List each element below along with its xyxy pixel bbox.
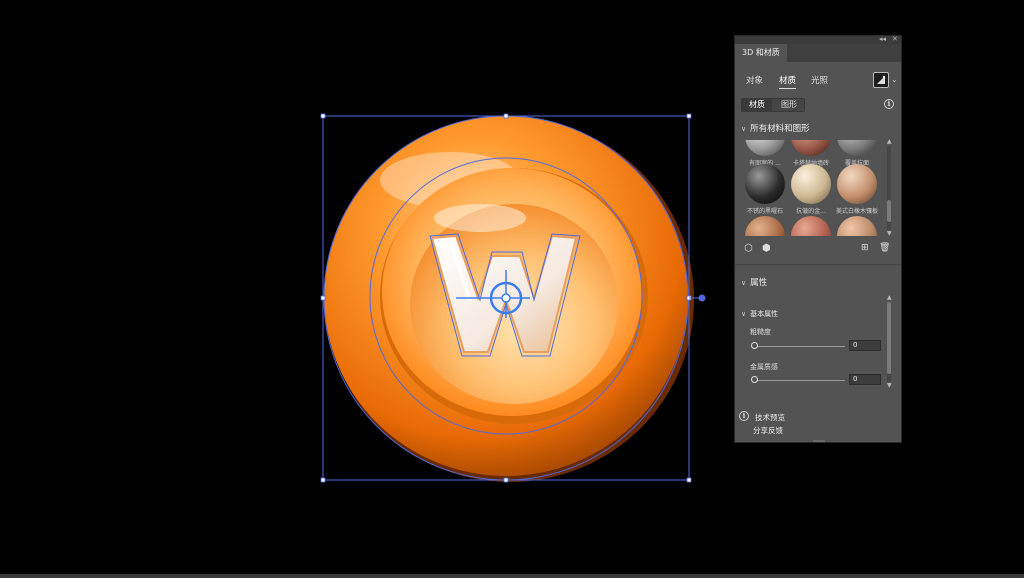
collapse-icon[interactable]: ◂◂	[879, 35, 886, 43]
tab-lighting[interactable]: 光照	[811, 74, 828, 86]
roughness-label: 粗糙度	[750, 328, 771, 336]
material-swatch[interactable]	[745, 140, 785, 156]
coin-face-shine	[434, 204, 526, 232]
material-label: 美式白橡木镶板	[835, 208, 878, 215]
cube-add-icon[interactable]: ⬢	[762, 243, 771, 254]
info-icon[interactable]: i	[884, 99, 894, 109]
add-icon[interactable]: ⊞	[861, 243, 869, 253]
material-swatch[interactable]	[745, 216, 785, 236]
roughness-slider[interactable]	[755, 346, 845, 347]
material-graphics-toggle: 材质 图形	[741, 98, 805, 112]
material-swatch[interactable]	[791, 140, 831, 156]
section-properties[interactable]: ∨ 属性	[741, 276, 767, 288]
render-preview-button[interactable]	[873, 72, 889, 88]
section-title: 属性	[750, 278, 768, 288]
handle-tl[interactable]	[320, 113, 326, 119]
section-all-materials[interactable]: ∨ 所有材料和图形	[741, 122, 810, 134]
widget-center[interactable]	[501, 293, 511, 303]
chevron-down-icon: ∨	[741, 310, 747, 318]
handle-tr[interactable]	[686, 113, 692, 119]
materials-grid[interactable]: 有图案的 ...卡塔赫纳墙砖覆盖抗面不锈的黑曜石抗皱的金...美式白橡木镶板	[743, 140, 889, 236]
segment-graphics[interactable]: 图形	[774, 99, 804, 111]
rotate-handle[interactable]	[698, 294, 706, 302]
handle-br[interactable]	[686, 477, 692, 483]
panel-tabbar: 3D 和材质	[735, 44, 901, 62]
panel-title-tab[interactable]: 3D 和材质	[735, 44, 787, 62]
section-title: 所有材料和图形	[750, 124, 810, 134]
metallic-label: 金属质感	[750, 363, 778, 371]
share-feedback-link[interactable]: 分享反馈	[753, 425, 783, 436]
handle-bl[interactable]	[320, 477, 326, 483]
roughness-input[interactable]: 0	[849, 340, 881, 351]
handle-tc[interactable]	[503, 113, 509, 119]
chevron-down-icon: ∨	[741, 279, 747, 287]
close-icon[interactable]: ✕	[892, 35, 898, 43]
panel-resize-grip[interactable]	[813, 440, 825, 442]
tab-object[interactable]: 对象	[746, 74, 763, 86]
material-swatch[interactable]	[791, 216, 831, 236]
material-swatch[interactable]	[745, 164, 785, 204]
materials-scroll-thumb[interactable]	[887, 200, 891, 222]
3d-materials-panel: ◂◂ ✕ 3D 和材质 对象 材质 光照 ⌄ 材质 图形 i ∨ 所有材料和图形 …	[734, 35, 902, 443]
metallic-slider[interactable]	[755, 380, 845, 381]
panel-topbar: ◂◂ ✕	[735, 35, 901, 44]
scroll-down-icon[interactable]: ▼	[887, 230, 892, 237]
divider	[735, 264, 901, 265]
material-swatch[interactable]	[837, 140, 877, 156]
handle-ml[interactable]	[320, 295, 326, 301]
tab-material[interactable]: 材质	[779, 74, 797, 89]
scroll-down-icon[interactable]: ▼	[887, 382, 892, 389]
section-title: 基本属性	[750, 310, 779, 318]
scroll-up-icon[interactable]: ▲	[887, 294, 892, 301]
trash-icon[interactable]: 🗑	[879, 243, 890, 253]
render-icon	[877, 75, 886, 84]
material-swatch[interactable]	[837, 216, 877, 236]
handle-bc[interactable]	[503, 477, 509, 483]
metallic-input[interactable]: 0	[849, 374, 881, 385]
tech-preview-label: 技术预览	[755, 413, 785, 422]
scroll-up-icon[interactable]: ▲	[887, 138, 892, 145]
section-basic-properties[interactable]: ∨ 基本属性	[741, 309, 778, 319]
chevron-down-icon: ∨	[741, 125, 747, 133]
segment-material[interactable]: 材质	[742, 99, 772, 111]
chevron-down-icon[interactable]: ⌄	[891, 75, 898, 84]
material-swatch[interactable]	[791, 164, 831, 204]
roughness-slider-knob[interactable]	[751, 342, 758, 349]
material-label: 不锈的黑曜石	[746, 208, 783, 215]
metallic-slider-knob[interactable]	[751, 376, 758, 383]
material-swatch[interactable]	[837, 164, 877, 204]
material-label: 抗皱的金...	[796, 208, 826, 215]
properties-scroll-thumb[interactable]	[887, 302, 891, 374]
status-bar	[0, 574, 1024, 578]
info-icon: i	[739, 411, 749, 421]
cube-icon[interactable]: ⬡	[744, 243, 753, 254]
